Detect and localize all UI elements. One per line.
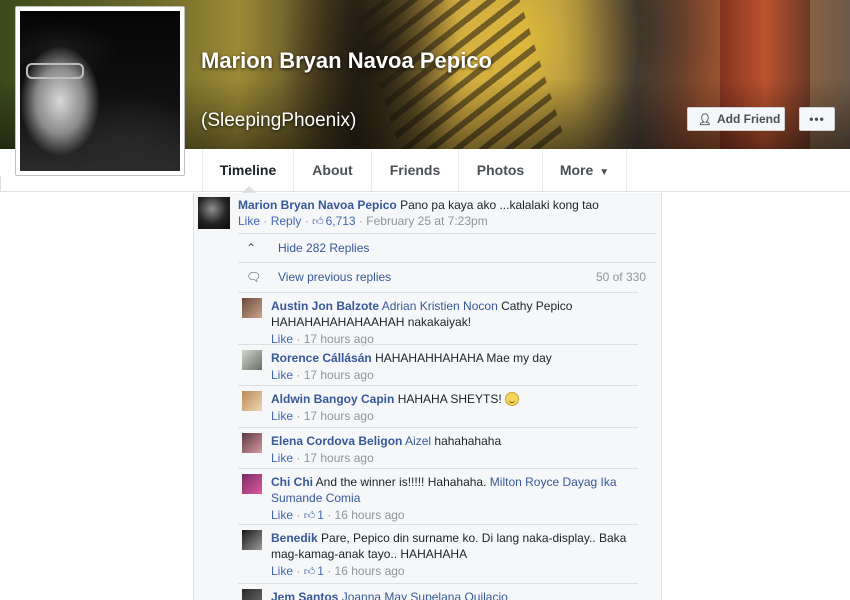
comment-timestamp[interactable]: February 25 at 7:23pm bbox=[366, 214, 487, 228]
reply-text: HAHAHA SHEYTS! bbox=[397, 392, 502, 406]
reply-time[interactable]: 16 hours ago bbox=[335, 508, 405, 522]
more-actions-button[interactable]: ••• bbox=[799, 107, 835, 131]
avatar[interactable] bbox=[242, 298, 262, 318]
thumbs-up-icon: 👍︎ bbox=[303, 566, 316, 578]
add-friend-label: Add Friend bbox=[716, 112, 781, 126]
profile-alternate-name: (SleepingPhoenix) bbox=[201, 110, 357, 131]
tab-photos[interactable]: Photos bbox=[459, 149, 543, 191]
reply-author[interactable]: Chi Chi bbox=[271, 475, 313, 489]
reply-author[interactable]: Elena Cordova Beligon bbox=[271, 434, 402, 448]
avatar[interactable] bbox=[242, 350, 262, 370]
reply-time[interactable]: 16 hours ago bbox=[335, 564, 405, 578]
reply-author[interactable]: Benedik bbox=[271, 531, 318, 545]
comment-text: Pano pa kaya ako ...kalalaki kong tao bbox=[400, 198, 599, 212]
like-count-value: 6,713 bbox=[325, 214, 356, 228]
avatar[interactable] bbox=[242, 474, 262, 494]
like-count[interactable]: 👍︎ 1 bbox=[304, 564, 324, 578]
reply-link[interactable]: Reply bbox=[271, 214, 302, 228]
thumbs-up-icon: 👍︎ bbox=[303, 510, 316, 522]
reply-time[interactable]: 17 hours ago bbox=[304, 451, 374, 465]
avatar[interactable] bbox=[242, 391, 262, 411]
hide-replies-link[interactable]: Hide 282 Replies bbox=[278, 234, 369, 262]
like-link[interactable]: Like bbox=[271, 368, 293, 382]
like-count[interactable]: 👍︎ 1 bbox=[304, 508, 324, 522]
like-count-value: 1 bbox=[317, 564, 324, 578]
reply-item: Chi Chi And the winner is!!!!! Hahahaha.… bbox=[238, 468, 638, 524]
reply-mention[interactable]: Aizel bbox=[405, 434, 431, 448]
reply-time[interactable]: 17 hours ago bbox=[304, 409, 374, 423]
reply-author[interactable]: Rorence Cállásán bbox=[271, 351, 372, 365]
chevron-up-icon: ⌃ bbox=[246, 241, 257, 255]
reply-time[interactable]: 17 hours ago bbox=[304, 368, 374, 382]
tab-about[interactable]: About bbox=[294, 149, 372, 191]
reply-item: Rorence Cállásán HAHAHAHHAHAHA Mae my da… bbox=[238, 344, 638, 385]
chevron-down-icon: ▼ bbox=[599, 167, 610, 178]
reply-author[interactable]: Jem Santos bbox=[271, 590, 338, 600]
reply-item: Benedik Pare, Pepico din surname ko. Di … bbox=[238, 524, 638, 583]
avatar[interactable] bbox=[242, 530, 262, 550]
reply-mention[interactable]: Joanna May Supelana Quilacio bbox=[342, 590, 508, 600]
tab-more-label: More bbox=[559, 162, 594, 178]
reply-item: Elena Cordova Beligon Aizel hahahahaha L… bbox=[238, 427, 638, 468]
reply-text: HAHAHAHHAHAHA Mae my day bbox=[375, 351, 552, 365]
reply-author[interactable]: Austin Jon Balzote bbox=[271, 299, 379, 313]
view-previous-row[interactable]: 🗨︎ View previous replies 50 of 330 bbox=[238, 262, 656, 291]
tab-timeline[interactable]: Timeline bbox=[202, 149, 294, 191]
comment-bubble-icon: 🗨︎ bbox=[246, 270, 262, 284]
like-link[interactable]: Like bbox=[238, 214, 260, 228]
active-tab-indicator bbox=[242, 186, 256, 193]
hide-replies-row[interactable]: ⌃ Hide 282 Replies bbox=[238, 233, 656, 262]
reply-item: Jem Santos Joanna May Supelana Quilacio bbox=[238, 583, 638, 600]
reply-item: Aldwin Bangoy Capin HAHAHA SHEYTS! Like … bbox=[238, 385, 638, 427]
comment-author[interactable]: Marion Bryan Navoa Pepico bbox=[238, 198, 397, 212]
glasses-shape bbox=[26, 63, 84, 79]
reply-text: hahahahaha bbox=[434, 434, 502, 448]
reply-text: Pare, Pepico din surname ko. Di lang nak… bbox=[271, 531, 627, 561]
reply-text: And the winner is!!!!! Hahahaha. bbox=[315, 475, 487, 489]
like-link[interactable]: Like bbox=[271, 409, 293, 423]
like-link[interactable]: Like bbox=[271, 451, 293, 465]
reply-range: 50 of 330 bbox=[595, 270, 646, 284]
reply-item: Austin Jon Balzote Adrian Kristien Nocon… bbox=[238, 292, 638, 346]
profile-pic-base bbox=[0, 176, 193, 192]
reply-mention[interactable]: Adrian Kristien Nocon bbox=[382, 299, 498, 313]
profile-name[interactable]: Marion Bryan Navoa Pepico bbox=[201, 46, 521, 76]
smiley-emoji-icon bbox=[505, 392, 520, 406]
avatar[interactable] bbox=[242, 433, 262, 453]
avatar[interactable] bbox=[198, 197, 230, 229]
add-friend-icon: 👤︎ bbox=[698, 114, 712, 126]
like-link[interactable]: Like bbox=[271, 508, 293, 522]
view-previous-replies-link[interactable]: View previous replies bbox=[278, 263, 391, 291]
like-count[interactable]: 👍︎ 6,713 bbox=[312, 214, 356, 228]
avatar[interactable] bbox=[242, 589, 262, 600]
comment-panel: Marion Bryan Navoa Pepico Pano pa kaya a… bbox=[193, 193, 662, 600]
tab-more[interactable]: More ▼ bbox=[543, 149, 627, 191]
tab-friends[interactable]: Friends bbox=[372, 149, 459, 191]
thumbs-up-icon: 👍︎ bbox=[312, 216, 324, 228]
profile-photo bbox=[20, 11, 180, 171]
like-count-value: 1 bbox=[317, 508, 324, 522]
profile-picture[interactable] bbox=[15, 6, 185, 176]
add-friend-button[interactable]: 👤︎ Add Friend bbox=[687, 107, 785, 131]
reply-author[interactable]: Aldwin Bangoy Capin bbox=[271, 392, 394, 406]
like-link[interactable]: Like bbox=[271, 564, 293, 578]
